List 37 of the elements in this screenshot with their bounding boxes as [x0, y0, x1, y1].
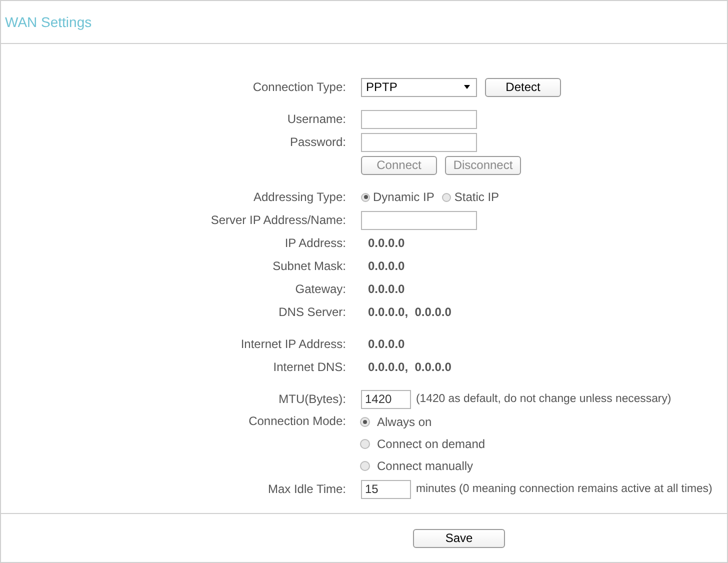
field-hint: (1420 as default, do not change unless necessary) — [416, 393, 672, 405]
field-label: DNS Server: — [278, 305, 346, 319]
input-field[interactable]: 1420 — [361, 390, 411, 408]
field-value: 0.0.0.0 — [368, 236, 405, 250]
caret-icon — [464, 85, 470, 89]
input-field[interactable] — [361, 210, 477, 230]
page-title: WAN Settings — [5, 14, 92, 30]
field-label: Subnet Mask: — [272, 259, 346, 273]
field-label: Connection Type: — [252, 80, 346, 94]
field-label: IP Address: — [284, 236, 346, 250]
field-label: Addressing Type: — [252, 190, 346, 204]
radio-option[interactable]: Connect manually — [360, 456, 474, 476]
input-field[interactable] — [361, 110, 477, 128]
field-label: Gateway: — [294, 282, 346, 296]
detect-button[interactable]: Detect — [485, 78, 561, 96]
field-value: 0.0.0.0 — [368, 259, 405, 273]
field-value: 0.0.0.0 — [368, 337, 405, 351]
save-button[interactable]: Save — [413, 528, 505, 548]
radio-option[interactable]: Connect on demand — [360, 434, 486, 454]
field-value: 0.0.0.0 — [368, 282, 405, 296]
radio-option[interactable]: Dynamic IP — [361, 190, 434, 204]
field-label: Username: — [286, 112, 346, 126]
field-label: Internet DNS: — [272, 360, 346, 374]
field-label: Server IP Address/Name: — [210, 213, 346, 227]
field-label: Max Idle Time: — [266, 482, 346, 496]
input-field[interactable] — [361, 132, 477, 152]
radio-option[interactable]: Always on — [360, 412, 432, 432]
field-label: Connection Mode: — [248, 413, 346, 430]
input-field[interactable]: 15 — [361, 480, 411, 498]
field-hint: minutes (0 meaning connection remains active at all times) — [416, 483, 712, 495]
field-value: 0.0.0.0, 0.0.0.0 — [368, 360, 452, 374]
field-label: Password: — [288, 135, 346, 149]
field-value: 0.0.0.0, 0.0.0.0 — [368, 305, 452, 319]
field-label: MTU(Bytes): — [278, 392, 346, 406]
radio-option[interactable]: Static IP — [442, 190, 500, 204]
field-label: Internet IP Address: — [240, 337, 346, 351]
connection-type-dropdown[interactable]: PPTP — [361, 78, 477, 96]
